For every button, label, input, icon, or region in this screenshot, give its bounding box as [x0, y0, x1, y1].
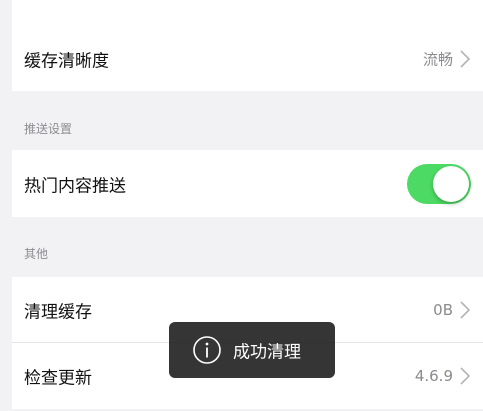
- app-version-value: 4.6.9: [414, 367, 453, 385]
- cache-quality-label: 缓存清晰度: [24, 51, 109, 71]
- clear-cache-value: 0B: [433, 300, 453, 319]
- chevron-right-icon: [460, 367, 471, 385]
- check-update-label: 检查更新: [24, 368, 92, 389]
- hot-push-toggle[interactable]: [407, 163, 471, 204]
- chevron-right-icon: [460, 49, 471, 68]
- clear-cache-label: 清理缓存: [24, 302, 92, 322]
- section-header-other: 其他: [24, 247, 49, 261]
- section-header-push: 推送设置: [24, 122, 73, 136]
- cache-quality-value: 流畅: [422, 50, 453, 68]
- success-toast: 成功清理: [169, 322, 335, 378]
- partial-settings-row: [12, 0, 483, 27]
- info-icon: [193, 336, 221, 364]
- toggle-knob: [433, 165, 469, 202]
- hot-push-label: 热门内容推送: [24, 176, 126, 196]
- toast-message: 成功清理: [233, 342, 301, 363]
- chevron-right-icon: [460, 300, 471, 319]
- cache-quality-row[interactable]: 缓存清晰度 流畅: [12, 26, 483, 91]
- hot-push-row: 热门内容推送: [12, 150, 483, 217]
- settings-page: 缓存清晰度 流畅 推送设置 热门内容推送 其他 清理缓存 0B 检查更新 4.6…: [0, 0, 483, 411]
